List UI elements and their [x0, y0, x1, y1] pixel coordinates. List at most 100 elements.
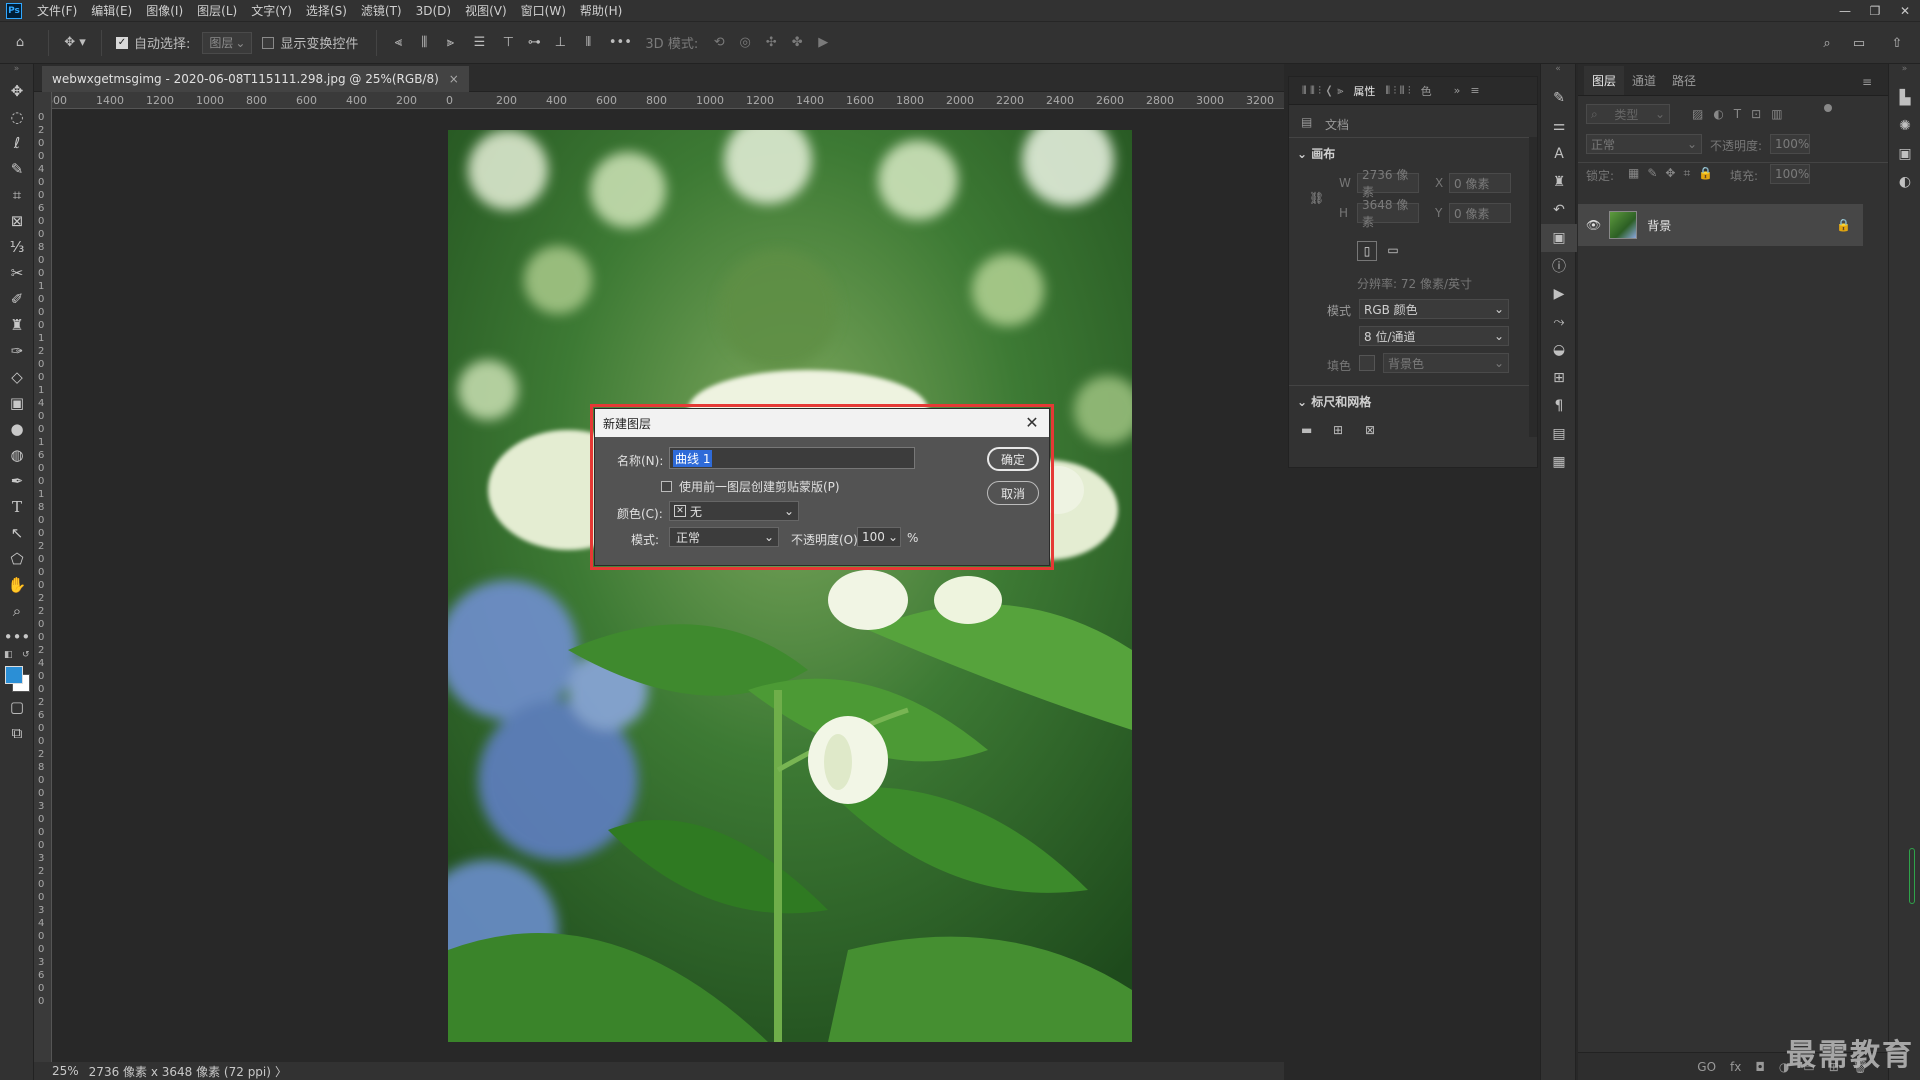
pen-tool-icon[interactable]: ✒: [0, 468, 34, 494]
ok-button[interactable]: 确定: [987, 447, 1039, 471]
color-select[interactable]: ✕ 无 ⌄: [669, 501, 799, 521]
paragraph-icon[interactable]: ¶: [1541, 392, 1577, 420]
character-icon[interactable]: A: [1541, 140, 1577, 168]
menu-select[interactable]: 选择(S): [299, 0, 354, 22]
zoom-level[interactable]: 25%: [52, 1064, 79, 1078]
libraries-icon[interactable]: ▣: [1889, 140, 1920, 168]
fill-select[interactable]: 背景色 ⌄: [1383, 353, 1509, 373]
bit-depth-select[interactable]: 8 位/通道 ⌄: [1359, 326, 1509, 346]
swap-colors-icon[interactable]: ↺: [22, 650, 30, 660]
more-options-button[interactable]: •••: [603, 30, 637, 56]
move-tool-icon[interactable]: ✥: [0, 78, 34, 104]
table-icon[interactable]: ⊞: [1541, 364, 1577, 392]
visibility-icon[interactable]: 👁: [1586, 218, 1601, 232]
close-icon[interactable]: ✕: [1023, 413, 1041, 432]
type-tool-icon[interactable]: T: [0, 494, 34, 520]
tab-channels[interactable]: 通道: [1624, 66, 1664, 95]
info-icon[interactable]: ⓘ: [1541, 252, 1577, 280]
link-layers-icon[interactable]: GO: [1697, 1060, 1716, 1074]
menu-view[interactable]: 视图(V): [458, 0, 514, 22]
dodge-tool-icon[interactable]: ◍: [0, 442, 34, 468]
portrait-icon[interactable]: ▯: [1357, 241, 1377, 261]
lock-icons[interactable]: ▦✎✥⌗🔒: [1628, 166, 1721, 181]
status-expand-icon[interactable]: 〉: [275, 1063, 287, 1080]
collapse-icon[interactable]: »: [1889, 64, 1920, 84]
opacity-input[interactable]: 100 ⌄: [857, 527, 901, 547]
fill-swatch[interactable]: [1359, 355, 1375, 371]
minimize-button[interactable]: —: [1830, 0, 1860, 22]
chevron-down-icon[interactable]: ⌄: [888, 530, 898, 544]
screen-mode-icon[interactable]: ⧉: [0, 720, 34, 746]
panel-tab-icons-2[interactable]: ⫴ ⫶ ⫴ ⫶: [1380, 84, 1415, 98]
hand-tool-icon[interactable]: ✋: [0, 572, 34, 598]
menu-layer[interactable]: 图层(L): [190, 0, 244, 22]
foreground-color-swatch[interactable]: [5, 666, 23, 684]
document-tab[interactable]: webwxgetmsgimg - 2020-06-08T115111.298.j…: [42, 66, 469, 92]
show-transform-checkbox[interactable]: [262, 36, 275, 49]
share-icon[interactable]: ⇧: [1884, 30, 1910, 56]
filter-toggle-icon[interactable]: [1824, 104, 1832, 112]
mode-select[interactable]: 正常 ⌄: [669, 527, 779, 547]
history-icon[interactable]: ↶: [1541, 196, 1577, 224]
landscape-icon[interactable]: ▭: [1383, 241, 1403, 261]
clip-mask-checkbox[interactable]: [661, 481, 672, 492]
healing-tool-icon[interactable]: ✂: [0, 260, 34, 286]
properties-icon[interactable]: ▣: [1541, 224, 1577, 252]
blend-mode-select[interactable]: 正常 ⌄: [1586, 134, 1702, 154]
grid-icon[interactable]: ⊞: [1333, 423, 1343, 437]
ruler-icon[interactable]: ▬: [1301, 423, 1312, 437]
menu-edit[interactable]: 编辑(E): [84, 0, 139, 22]
menu-window[interactable]: 窗口(W): [514, 0, 573, 22]
brush-settings-icon[interactable]: ✎: [1541, 84, 1577, 112]
3d-pan-icon[interactable]: ✣: [758, 30, 784, 56]
3d-roll-icon[interactable]: ◎: [732, 30, 758, 56]
distribute-vertical-icon[interactable]: ⫴: [573, 30, 603, 56]
panel-menu-icon[interactable]: ≡: [1854, 69, 1880, 95]
guides-icon[interactable]: ⊠: [1365, 423, 1375, 437]
3d-icon[interactable]: ◒: [1541, 336, 1577, 364]
blur-tool-icon[interactable]: ●: [0, 416, 34, 442]
panel-tab-icons[interactable]: ⫴ ⫴ ⫶ ❬ ⫸: [1297, 84, 1348, 98]
gradient-tool-icon[interactable]: ▣: [0, 390, 34, 416]
align-right-icon[interactable]: ⫸: [437, 30, 463, 56]
eraser-tool-icon[interactable]: ◇: [0, 364, 34, 390]
cancel-button[interactable]: 取消: [987, 481, 1039, 505]
menu-image[interactable]: 图像(I): [139, 0, 190, 22]
lasso-tool-icon[interactable]: ℓ: [0, 130, 34, 156]
fill-field[interactable]: 100%: [1770, 164, 1810, 184]
align-bottom-icon[interactable]: ⊥: [547, 30, 573, 56]
shape-tool-icon[interactable]: ⬠: [0, 546, 34, 572]
layer-row[interactable]: 👁 背景 🔒: [1578, 204, 1863, 246]
default-colors-icon[interactable]: ◧: [4, 650, 13, 660]
distribute-icon[interactable]: ☰: [463, 30, 495, 56]
auto-select-checkbox[interactable]: ✓: [116, 36, 128, 49]
align-left-icon[interactable]: ⫷: [385, 30, 411, 56]
layer-filter-icons[interactable]: ▨◐T⊡▥: [1692, 107, 1793, 121]
menu-type[interactable]: 文字(Y): [244, 0, 299, 22]
panel-menu-icon[interactable]: ≡: [1465, 84, 1484, 97]
restore-button[interactable]: ❐: [1860, 0, 1890, 22]
auto-select-target-select[interactable]: 图层 ⌄: [202, 31, 253, 54]
3d-orbit-icon[interactable]: ⟲: [706, 30, 732, 56]
lock-icon[interactable]: 🔒: [1836, 218, 1851, 232]
layer-filter-select[interactable]: ⌕ 类型 ⌄: [1586, 104, 1670, 124]
glyphs-icon[interactable]: ▦: [1541, 448, 1577, 476]
close-tab-icon[interactable]: ×: [449, 72, 459, 86]
align-center-icon[interactable]: ⫼: [411, 30, 437, 56]
tab-color[interactable]: 色: [1416, 83, 1437, 99]
tab-layers[interactable]: 图层: [1584, 66, 1625, 95]
collapse-icon[interactable]: »: [0, 64, 33, 78]
layer-name-input[interactable]: 曲线 1: [669, 447, 915, 469]
document-image[interactable]: [448, 130, 1132, 1042]
paths-icon[interactable]: ⤳: [1541, 308, 1577, 336]
crop-tool-icon[interactable]: ⌗: [0, 182, 34, 208]
close-window-button[interactable]: ✕: [1890, 0, 1920, 22]
clone-source-icon[interactable]: ♜: [1541, 168, 1577, 196]
menu-help[interactable]: 帮助(H): [573, 0, 629, 22]
auto-select-toggle[interactable]: ✓ 自动选择:: [110, 30, 196, 56]
collapse-icon[interactable]: «: [1541, 64, 1575, 84]
tab-paths[interactable]: 路径: [1664, 66, 1704, 95]
zoom-tool-icon[interactable]: ⌕: [0, 598, 34, 624]
notes-icon[interactable]: ▤: [1541, 420, 1577, 448]
edit-toolbar-icon[interactable]: •••: [0, 624, 34, 650]
